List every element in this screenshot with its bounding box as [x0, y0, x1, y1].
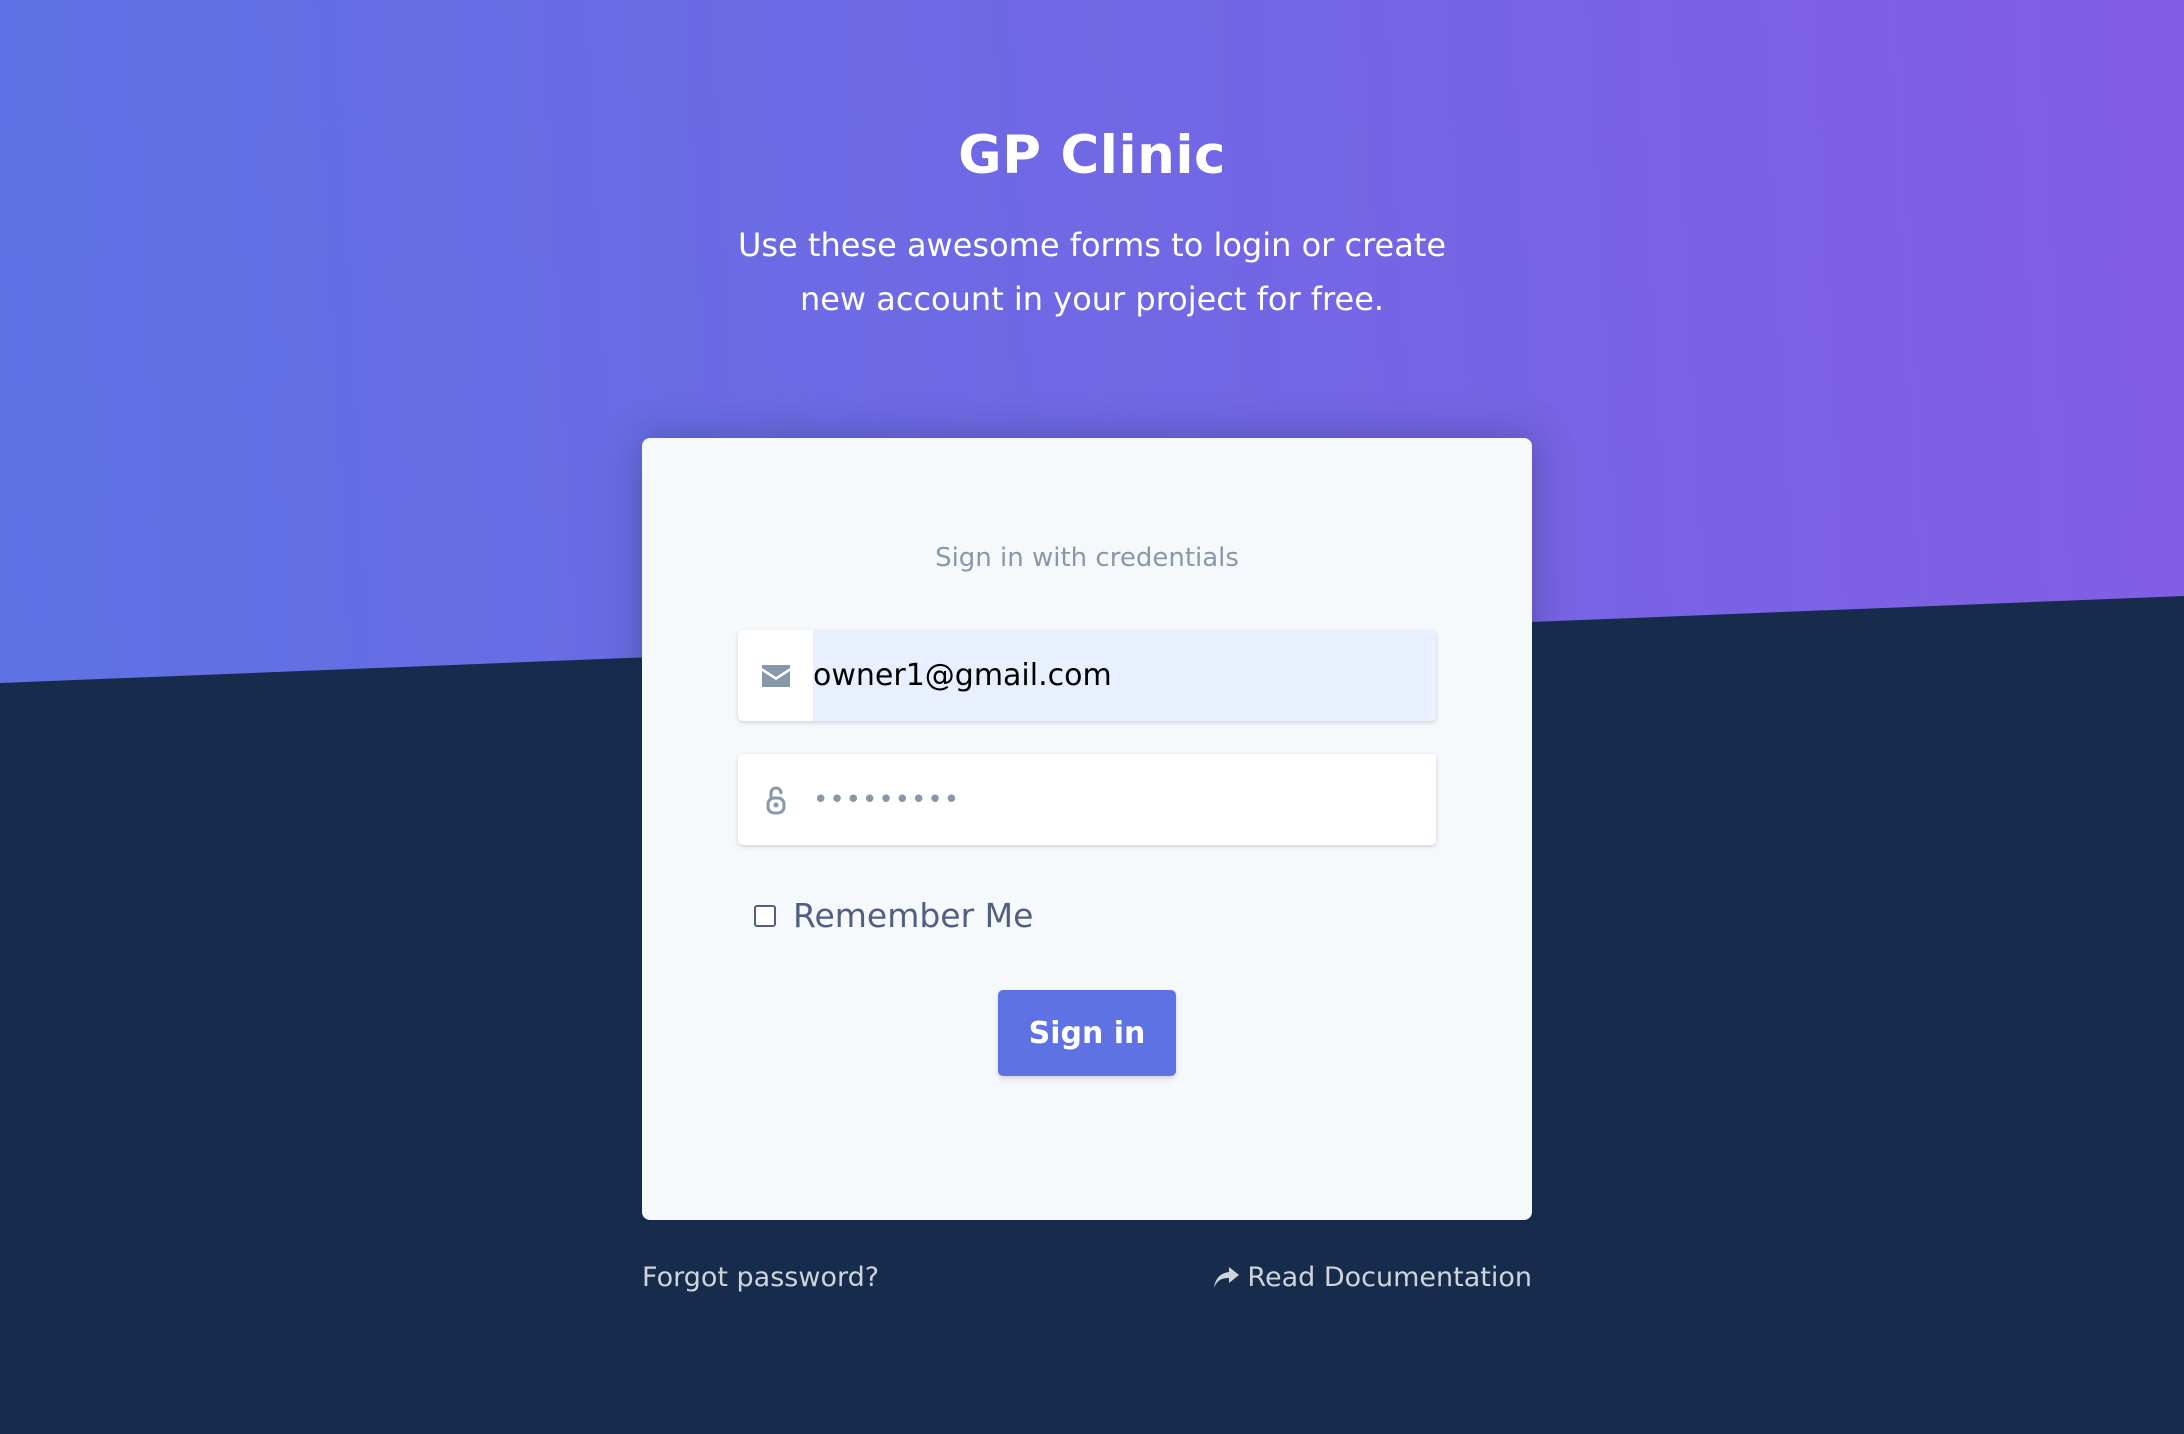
- login-card: Sign in with credentials owner1@gmail.co…: [642, 438, 1532, 1220]
- read-documentation-link[interactable]: Read Documentation: [1213, 1262, 1532, 1293]
- page-title: GP Clinic: [958, 125, 1226, 186]
- remember-me-checkbox[interactable]: [754, 904, 776, 927]
- share-icon: [1213, 1266, 1240, 1290]
- email-field[interactable]: owner1@gmail.com: [738, 630, 1436, 721]
- password-input-value[interactable]: •••••••••: [813, 754, 1436, 845]
- password-field[interactable]: •••••••••: [738, 754, 1436, 845]
- page-subtitle: Use these awesome forms to login or crea…: [737, 226, 1447, 318]
- sign-in-caption: Sign in with credentials: [935, 543, 1239, 573]
- read-documentation-label[interactable]: Read Documentation: [1247, 1262, 1532, 1293]
- forgot-password-link[interactable]: Forgot password?: [642, 1262, 879, 1293]
- envelope-icon: [738, 630, 813, 721]
- sign-in-button[interactable]: Sign in: [998, 990, 1176, 1076]
- remember-me[interactable]: Remember Me: [754, 896, 1033, 935]
- remember-me-label[interactable]: Remember Me: [793, 896, 1033, 935]
- unlock-icon: [738, 754, 813, 845]
- email-input-value[interactable]: owner1@gmail.com: [813, 630, 1436, 721]
